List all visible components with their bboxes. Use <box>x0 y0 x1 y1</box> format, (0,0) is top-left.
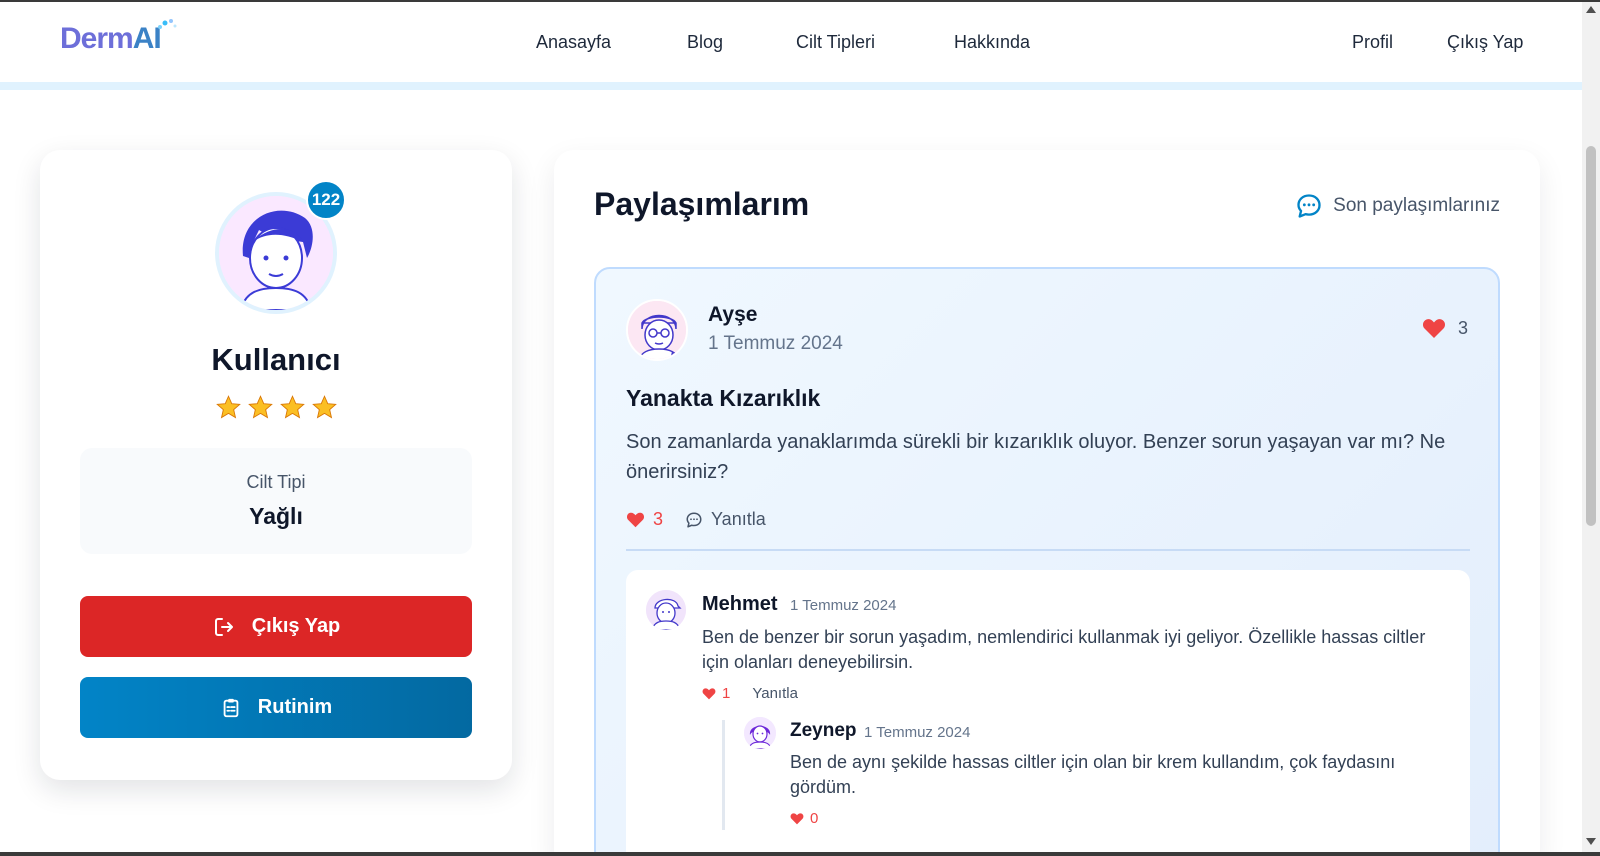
logo-text-derm: Derm <box>60 22 134 55</box>
skin-type-box: Cilt Tipi Yağlı <box>80 448 472 554</box>
nav-link-skin-types[interactable]: Cilt Tipleri <box>796 32 875 53</box>
reply-date: 1 Temmuz 2024 <box>864 724 971 741</box>
comment-thread: Mehmet 1 Temmuz 2024 Ben de benzer bir s… <box>626 570 1470 856</box>
posts-card: Paylaşımlarım Son paylaşımlarınız Ayşe 1 <box>554 150 1540 856</box>
logout-button-label: Çıkış Yap <box>251 615 341 637</box>
skin-type-value: Yağlı <box>249 503 303 529</box>
posts-title: Paylaşımlarım <box>594 186 810 222</box>
nav-link-about[interactable]: Hakkında <box>954 32 1030 53</box>
star-icon <box>311 395 337 419</box>
post-date: 1 Temmuz 2024 <box>708 333 843 354</box>
reply-like-count: 0 <box>810 810 819 827</box>
comment-like-count: 1 <box>722 685 731 702</box>
nav-link-profile[interactable]: Profil <box>1352 32 1393 53</box>
routine-button[interactable]: Rutinim <box>80 677 472 738</box>
comment-like-button[interactable]: 1 <box>702 685 730 702</box>
profile-card: 122 Kullanıcı Cilt Tipi Yağlı Çıkış Yap … <box>40 150 512 780</box>
post-author-name[interactable]: Ayşe <box>708 303 757 327</box>
post-like-count-bottom: 3 <box>653 509 664 529</box>
comment-reply-button[interactable]: Yanıtla <box>752 685 798 702</box>
nav-link-home[interactable]: Anasayfa <box>536 32 611 53</box>
post-body: Son zamanlarda yanaklarımda sürekli bir … <box>626 431 1446 483</box>
navbar: DermAI Anasayfa Blog Cilt Tipleri Hakkın… <box>0 2 1582 82</box>
clipboard-icon <box>223 698 239 717</box>
nav-link-blog[interactable]: Blog <box>687 32 723 53</box>
post-reply-button[interactable]: Yanıtla <box>685 509 766 530</box>
scroll-down-arrow-icon[interactable] <box>1586 838 1596 845</box>
page-scrollbar[interactable] <box>1582 2 1600 852</box>
recent-posts-text: Son paylaşımlarınız <box>1333 195 1500 216</box>
profile-rating-stars <box>40 394 512 421</box>
comment-author-avatar[interactable] <box>646 590 686 630</box>
reply-thread-line <box>722 720 725 830</box>
star-icon <box>279 395 305 419</box>
post-actions: 3 Yanıtla <box>626 509 766 530</box>
post-like-count: 3 <box>1457 317 1468 338</box>
window-frame-bottom <box>0 852 1600 856</box>
scroll-up-arrow-icon[interactable] <box>1586 6 1596 13</box>
window-frame-top <box>0 0 1600 2</box>
user-avatar-icon <box>628 301 686 359</box>
comment-actions: 1 Yanıtla <box>702 685 798 702</box>
post-title: Yanakta Kızarıklık <box>626 385 821 411</box>
skin-type-label: Cilt Tipi <box>246 472 306 492</box>
comment-body: Ben de benzer bir sorun yaşadım, nemlend… <box>702 627 1426 672</box>
post-card: Ayşe 1 Temmuz 2024 3 Yanakta Kızarıklık … <box>594 267 1500 856</box>
reply-body: Ben de aynı şekilde hassas ciltler için … <box>790 752 1396 797</box>
heart-icon <box>1422 319 1446 338</box>
logout-icon <box>214 617 233 636</box>
scrollbar-thumb[interactable] <box>1586 146 1596 526</box>
post-author-avatar[interactable] <box>626 299 688 361</box>
reply-author-avatar[interactable] <box>744 717 776 749</box>
comment-date: 1 Temmuz 2024 <box>790 597 897 614</box>
profile-badge-count: 122 <box>306 180 346 220</box>
profile-name: Kullanıcı <box>211 342 341 377</box>
user-avatar-icon <box>744 717 776 749</box>
heart-icon <box>702 688 716 700</box>
navbar-underline <box>0 82 1582 90</box>
heart-icon <box>626 512 645 528</box>
logout-button[interactable]: Çıkış Yap <box>80 596 472 657</box>
user-avatar-icon <box>646 590 686 630</box>
star-icon <box>215 395 241 419</box>
nav-link-logout[interactable]: Çıkış Yap <box>1447 32 1523 53</box>
chat-icon <box>1297 194 1321 218</box>
chat-icon <box>686 512 702 527</box>
reply-like-button[interactable]: 0 <box>790 810 818 827</box>
reply-author-name[interactable]: Zeynep <box>790 720 857 742</box>
post-like-button[interactable]: 3 <box>626 509 663 530</box>
recent-posts-label: Son paylaşımlarınız <box>1295 192 1500 220</box>
logo-spark-icon <box>158 19 177 29</box>
post-divider <box>626 549 1470 551</box>
brand-logo[interactable]: DermAI <box>60 19 177 56</box>
post-reply-label: Yanıtla <box>711 509 766 529</box>
routine-button-label: Rutinim <box>257 696 333 718</box>
heart-icon <box>790 813 804 825</box>
comment-author-name[interactable]: Mehmet <box>702 593 778 616</box>
star-icon <box>247 395 273 419</box>
post-like-counter[interactable]: 3 <box>1422 317 1468 339</box>
